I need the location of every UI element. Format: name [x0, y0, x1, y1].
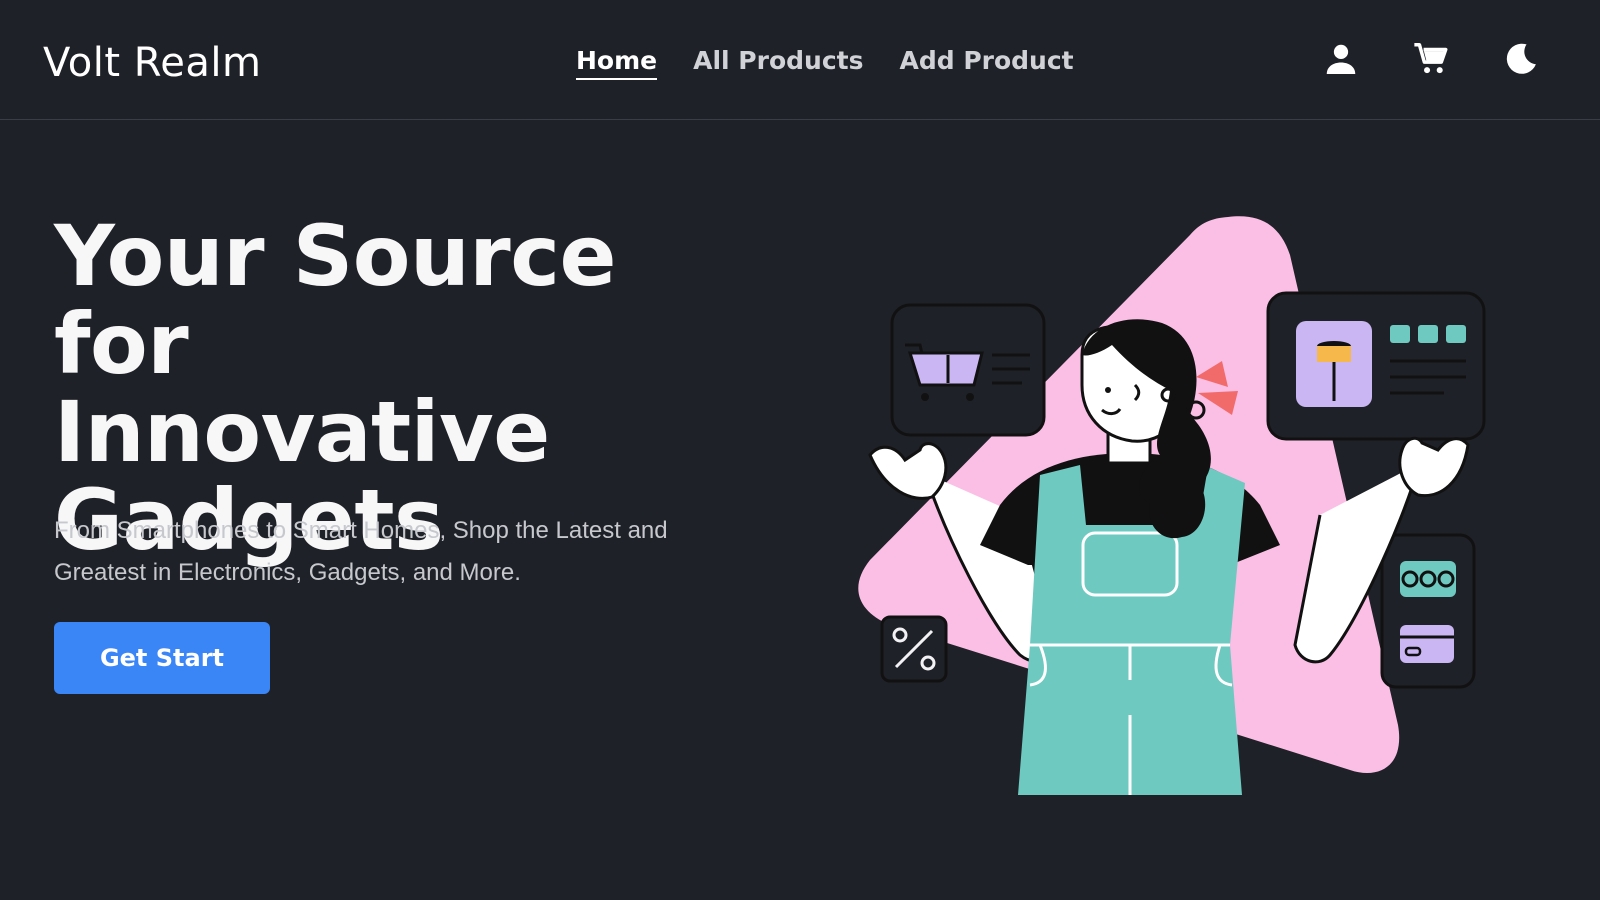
hero-subtitle: From Smartphones to Smart Homes, Shop th…	[54, 517, 668, 586]
cart-icon[interactable]	[1412, 40, 1450, 78]
product-card	[1266, 291, 1486, 441]
shopping-woman-illustration	[858, 216, 1486, 795]
payment-card	[1380, 533, 1476, 689]
nav-link-add-product[interactable]: Add Product	[899, 46, 1073, 80]
main-nav: Home All Products Add Product	[576, 46, 1074, 80]
get-start-button[interactable]: Get Start	[54, 622, 270, 694]
hero-title-line: Your Source for	[54, 207, 617, 393]
moon-icon[interactable]	[1502, 40, 1540, 78]
nav-link-all-products[interactable]: All Products	[693, 46, 863, 80]
navbar: Volt Realm Home All Products Add Product	[0, 0, 1600, 120]
percent-badge	[880, 615, 948, 683]
nav-link-home[interactable]: Home	[576, 46, 658, 80]
hero-title-line: Innovative	[54, 383, 550, 481]
cart-card	[890, 303, 1046, 437]
brand-logo[interactable]: Volt Realm	[43, 38, 261, 88]
user-icon[interactable]	[1322, 40, 1360, 78]
